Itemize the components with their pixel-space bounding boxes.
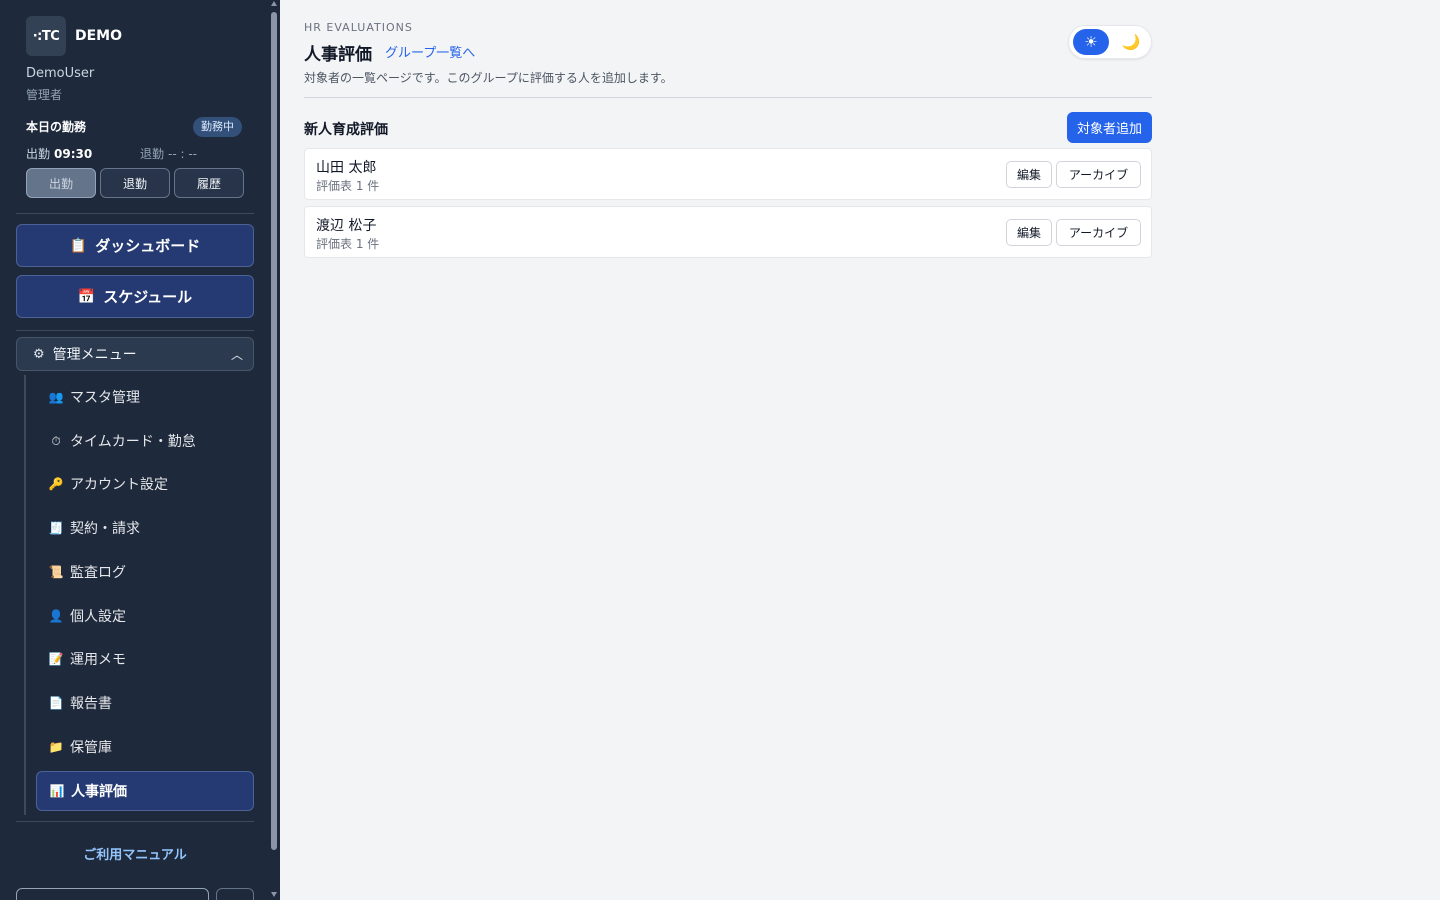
member-meta: 評価表 1 件 [316,179,380,193]
edit-button[interactable]: 編集 [1006,219,1052,246]
scrollbar-thumb[interactable] [271,12,277,850]
sidebar-item-label: 個人設定 [70,609,126,625]
member-name: 渡辺 松子 [316,218,377,234]
sidebar-item-label: マスタ管理 [70,390,140,406]
sidebar-item-account[interactable]: 🔑 アカウント設定 [36,464,254,504]
sidebar-item-contract[interactable]: 🧾 契約・請求 [36,508,254,548]
clipboard-icon: 📋 [69,237,88,254]
receipt-icon: 🧾 [48,521,64,535]
clock-in-info: 出勤 09:30 [26,145,92,162]
person-icon: 👤 [48,609,64,623]
bar-chart-icon: 📊 [49,784,65,798]
nav-dashboard-button[interactable]: 📋 ダッシュボード [16,224,254,267]
sidebar-item-master[interactable]: 👥 マスタ管理 [36,377,254,417]
attendance-title: 本日の勤務 [26,120,87,134]
sidebar-item-audit-log[interactable]: 📜 監査ログ [36,552,254,592]
stopwatch-icon: ⏱ [51,433,61,448]
nav-schedule-label: スケジュール [103,288,193,306]
theme-toggle: ☀ 🌙 [1068,25,1152,59]
users-icon: 👥 [48,390,64,404]
sidebar-divider [16,330,254,331]
memo-icon: 📝 [48,652,64,666]
sidebar-item-memo[interactable]: 📝 運用メモ [36,639,254,679]
sidebar: ·:TC DEMO DemoUser 管理者 本日の勤務 勤務中 出勤 09:30… [0,0,280,900]
page-title: 人事評価 [304,45,372,65]
submenu-guide-line [24,375,26,815]
header-divider [304,97,1152,98]
group-list-link[interactable]: グループ一覧へ [385,42,475,61]
add-target-button[interactable]: 対象者追加 [1067,112,1152,143]
brand[interactable]: ·:TC DEMO [26,16,122,56]
sidebar-item-label: 運用メモ [70,652,126,668]
clock-out-info: 退勤 -- : -- [140,145,197,162]
brand-name: DEMO [75,28,123,44]
clock-in-label: 出勤 [26,147,51,161]
sidebar-divider [16,213,254,214]
sidebar-divider [16,821,254,822]
clock-out-time: -- : -- [168,147,198,161]
sidebar-item-label: 人事評価 [71,784,127,800]
nav-schedule-button[interactable]: 📅 スケジュール [16,275,254,318]
sidebar-item-report[interactable]: 📄 報告書 [36,683,254,723]
document-icon: 📄 [48,696,64,710]
sidebar-item-label: 保管庫 [70,740,112,756]
scroll-down-arrow-icon[interactable] [271,892,277,897]
sidebar-item-label: 契約・請求 [70,521,140,537]
nav-dashboard-label: ダッシュボード [95,237,201,255]
archive-button[interactable]: アーカイブ [1056,161,1141,188]
admin-menu-toggle[interactable]: ⚙ 管理メニュー ︿ [16,337,254,371]
history-button[interactable]: 履歴 [174,168,244,198]
logo: ·:TC [26,16,66,56]
sidebar-item-label: 監査ログ [70,565,126,581]
clock-in-button[interactable]: 出勤 [26,168,96,198]
sun-icon[interactable]: ☀ [1073,29,1109,55]
sidebar-scrollbar[interactable] [270,0,278,900]
archive-button[interactable]: アーカイブ [1056,219,1141,246]
user-name: DemoUser [26,66,95,81]
sidebar-item-hr-evaluation[interactable]: 📊 人事評価 [36,771,254,811]
group-title: 新人育成評価 [304,122,388,138]
sidebar-item-timecard[interactable]: ⏱ タイムカード・勤怠 [36,421,254,461]
calendar-icon: 📅 [77,288,96,305]
sidebar-item-label: タイムカード・勤怠 [70,434,196,450]
edit-button[interactable]: 編集 [1006,161,1052,188]
scroll-up-arrow-icon[interactable] [271,1,277,6]
scroll-icon: 📜 [48,565,64,579]
user-role: 管理者 [26,88,63,102]
admin-menu-label: 管理メニュー [52,347,137,363]
sidebar-item-label: アカウント設定 [70,477,168,493]
gear-icon: ⚙ [33,346,45,362]
sidebar-bottom-control-small[interactable] [216,888,254,900]
member-meta: 評価表 1 件 [316,237,380,251]
key-icon: 🔑 [48,477,64,491]
attendance-status-badge: 勤務中 [193,117,242,137]
list-item: 山田 太郎 評価表 1 件 編集 アーカイブ [304,148,1152,200]
clock-out-label: 退勤 [140,147,165,161]
page-description: 対象者の一覧ページです。このグループに評価する人を追加します。 [304,71,673,85]
member-name: 山田 太郎 [316,160,377,176]
folder-icon: 📁 [48,740,64,754]
page-eyebrow: HR EVALUATIONS [304,21,413,34]
main-content: HR EVALUATIONS 人事評価 グループ一覧へ 対象者の一覧ページです。… [280,0,1440,900]
list-item: 渡辺 松子 評価表 1 件 編集 アーカイブ [304,206,1152,258]
sidebar-bottom-control[interactable] [16,888,209,900]
clock-out-button[interactable]: 退勤 [100,168,170,198]
manual-link[interactable]: ご利用マニュアル [0,844,270,863]
sidebar-item-label: 報告書 [70,696,112,712]
moon-icon[interactable]: 🌙 [1113,29,1149,55]
sidebar-item-vault[interactable]: 📁 保管庫 [36,727,254,767]
sidebar-item-personal[interactable]: 👤 個人設定 [36,596,254,636]
chevron-up-icon: ︿ [230,348,243,362]
clock-in-time: 09:30 [54,147,93,161]
